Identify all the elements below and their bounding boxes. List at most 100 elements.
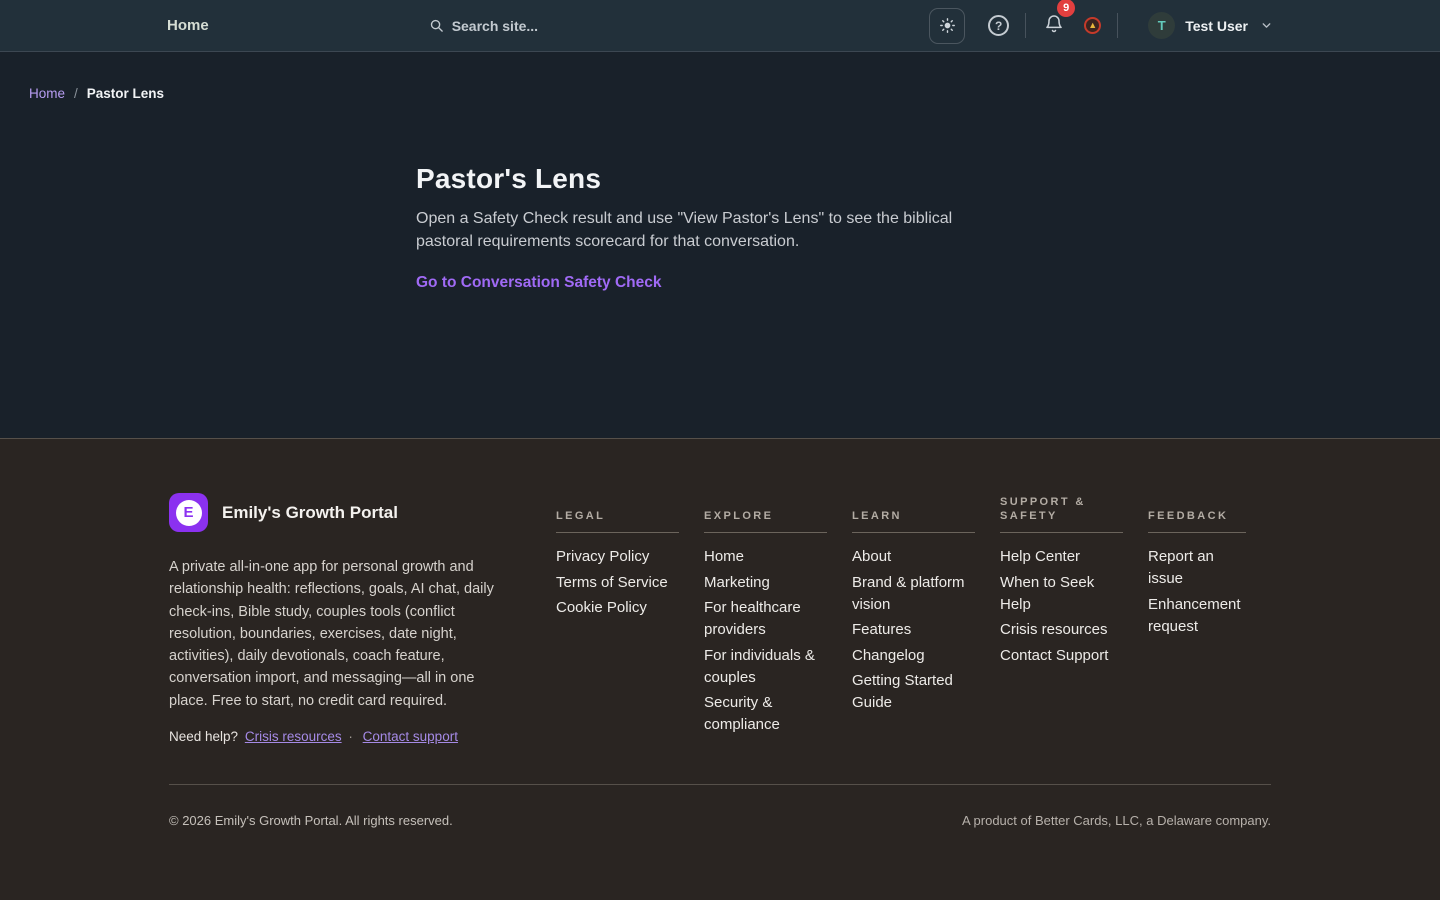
brand-logo-letter: E: [183, 504, 193, 521]
list-item: Enhancement request: [1148, 594, 1246, 638]
list-item: Terms of Service: [556, 572, 679, 594]
list-item: Security & compliance: [704, 692, 827, 736]
footer-inner: E Emily's Growth Portal A private all-in…: [169, 439, 1271, 828]
list-item: For individuals & couples: [704, 645, 827, 689]
features-link[interactable]: Features: [852, 621, 911, 638]
crisis-resources-column-link[interactable]: Crisis resources: [1000, 621, 1108, 638]
about-link[interactable]: About: [852, 548, 891, 565]
footer-heading-explore: EXPLORE: [704, 510, 773, 524]
footer-description: A private all-in-one app for personal gr…: [169, 556, 500, 712]
help-button[interactable]: ?: [988, 15, 1009, 36]
help-center-link[interactable]: Help Center: [1000, 548, 1080, 565]
individuals-couples-link[interactable]: For individuals & couples: [704, 647, 815, 686]
search-placeholder: Search site...: [452, 18, 538, 34]
need-help-label: Need help?: [169, 729, 238, 744]
when-to-seek-help-link[interactable]: When to Seek Help: [1000, 574, 1094, 613]
footer-bottom-bar: © 2026 Emily's Growth Portal. All rights…: [169, 784, 1271, 828]
page-content: Pastor's Lens Open a Safety Check result…: [416, 163, 1024, 292]
crisis-resources-link[interactable]: Crisis resources: [245, 729, 342, 744]
top-navbar: Home Search site... ?: [0, 0, 1440, 52]
list-item: For healthcare providers: [704, 597, 827, 641]
nav-home-link[interactable]: Home: [167, 17, 209, 34]
explore-home-link[interactable]: Home: [704, 548, 744, 565]
brand-vision-link[interactable]: Brand & platform vision: [852, 574, 965, 613]
enhancement-request-link[interactable]: Enhancement request: [1148, 596, 1241, 635]
footer-grid: E Emily's Growth Portal A private all-in…: [169, 493, 1271, 744]
alert-status-icon[interactable]: ▲: [1084, 17, 1101, 34]
list-item: Changelog: [852, 645, 975, 667]
help-separator: ·: [348, 729, 353, 744]
search-icon: [429, 18, 444, 33]
list-item: Cookie Policy: [556, 597, 679, 619]
footer-heading-feedback: FEEDBACK: [1148, 510, 1228, 524]
list-item: Home: [704, 546, 827, 568]
footer-brand-column: E Emily's Growth Portal A private all-in…: [169, 493, 556, 744]
breadcrumb: Home / Pastor Lens: [0, 52, 1440, 101]
contact-support-link[interactable]: Contact support: [363, 729, 458, 744]
column-divider: [556, 532, 679, 533]
page: Home Search site... ?: [0, 0, 1440, 900]
user-name: Test User: [1185, 18, 1248, 34]
list-item: Contact Support: [1000, 645, 1123, 667]
list-item: Privacy Policy: [556, 546, 679, 568]
safety-check-link[interactable]: Go to Conversation Safety Check: [416, 274, 661, 291]
footer-column-legal: LEGAL Privacy Policy Terms of Service Co…: [556, 493, 704, 744]
column-divider: [1000, 532, 1123, 533]
page-description: Open a Safety Check result and use "View…: [416, 208, 1006, 253]
breadcrumb-separator: /: [74, 86, 78, 101]
chevron-down-icon: [1260, 19, 1273, 32]
theme-toggle-button[interactable]: [929, 8, 965, 44]
user-menu[interactable]: T Test User: [1148, 12, 1273, 39]
avatar: T: [1148, 12, 1175, 39]
list-item: Crisis resources: [1000, 619, 1123, 641]
getting-started-link[interactable]: Getting Started Guide: [852, 672, 953, 711]
footer-heading-legal: LEGAL: [556, 510, 605, 524]
navbar-actions: ? 9 ▲ T Test User: [929, 8, 1273, 44]
list-item: Getting Started Guide: [852, 670, 975, 714]
footer-column-explore: EXPLORE Home Marketing For healthcare pr…: [704, 493, 852, 744]
list-item: Brand & platform vision: [852, 572, 975, 616]
breadcrumb-home-link[interactable]: Home: [29, 86, 65, 101]
column-divider: [1148, 532, 1246, 533]
list-item: Features: [852, 619, 975, 641]
brand-logo-circle: E: [176, 500, 202, 526]
notification-badge: 9: [1057, 0, 1075, 17]
marketing-link[interactable]: Marketing: [704, 574, 770, 591]
page-title: Pastor's Lens: [416, 163, 1024, 195]
breadcrumb-current: Pastor Lens: [87, 86, 164, 101]
changelog-link[interactable]: Changelog: [852, 647, 925, 664]
column-divider: [852, 532, 975, 533]
column-divider: [704, 532, 827, 533]
sun-icon: [939, 17, 956, 34]
footer-heading-learn: LEARN: [852, 510, 902, 524]
list-item: Help Center: [1000, 546, 1123, 568]
list-item: Report an issue: [1148, 546, 1246, 590]
report-issue-link[interactable]: Report an issue: [1148, 548, 1214, 587]
search-input[interactable]: Search site...: [429, 18, 538, 34]
privacy-policy-link[interactable]: Privacy Policy: [556, 548, 649, 565]
contact-support-column-link[interactable]: Contact Support: [1000, 647, 1108, 664]
healthcare-providers-link[interactable]: For healthcare providers: [704, 599, 801, 638]
list-item: Marketing: [704, 572, 827, 594]
divider: [1025, 13, 1026, 38]
copyright-text: © 2026 Emily's Growth Portal. All rights…: [169, 813, 453, 828]
product-attribution-text: A product of Better Cards, LLC, a Delawa…: [962, 813, 1271, 828]
security-compliance-link[interactable]: Security & compliance: [704, 694, 780, 733]
need-help-row: Need help? Crisis resources · Contact su…: [169, 729, 500, 744]
footer: E Emily's Growth Portal A private all-in…: [0, 438, 1440, 900]
list-item: About: [852, 546, 975, 568]
navbar-inner: Home Search site... ?: [167, 0, 1273, 51]
footer-column-learn: LEARN About Brand & platform vision Feat…: [852, 493, 1000, 744]
cookie-policy-link[interactable]: Cookie Policy: [556, 599, 647, 616]
brand-row: E Emily's Growth Portal: [169, 493, 500, 532]
main-content-area: Home / Pastor Lens Pastor's Lens Open a …: [0, 52, 1440, 438]
footer-column-feedback: FEEDBACK Report an issue Enhancement req…: [1148, 493, 1271, 744]
brand-name: Emily's Growth Portal: [222, 503, 398, 523]
footer-column-support-safety: SUPPORT & SAFETY Help Center When to See…: [1000, 493, 1148, 744]
brand-logo: E: [169, 493, 208, 532]
list-item: When to Seek Help: [1000, 572, 1123, 616]
divider: [1117, 13, 1118, 38]
terms-of-service-link[interactable]: Terms of Service: [556, 574, 668, 591]
footer-heading-support-safety: SUPPORT & SAFETY: [1000, 496, 1123, 523]
notifications-button[interactable]: 9: [1042, 11, 1066, 41]
